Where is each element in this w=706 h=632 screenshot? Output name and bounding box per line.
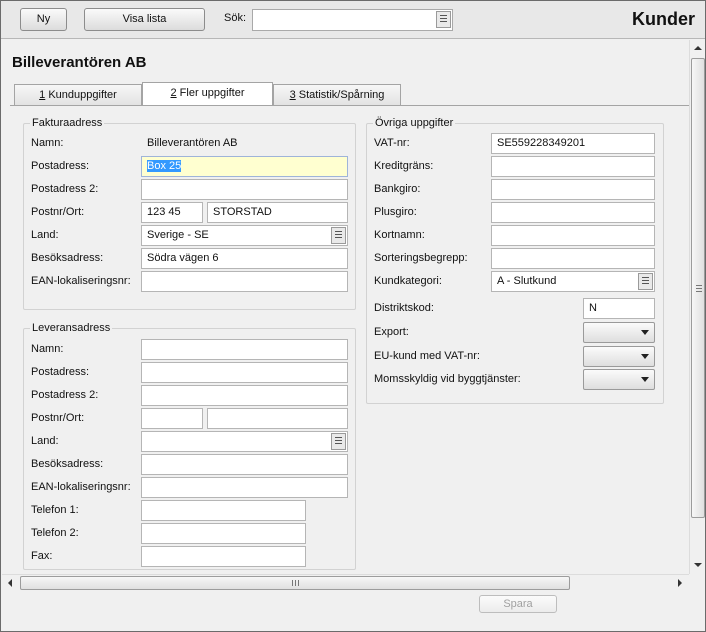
dropdown-arrow-icon [641,377,649,382]
delivery-address-group: Leveransadress Namn: Postadress: Postadr… [23,322,356,570]
eu-kund-dropdown[interactable] [583,346,655,367]
delivery-address-title: Leveransadress [30,322,113,334]
distriktskod-field[interactable]: N [583,298,655,319]
delivery-besok-field[interactable] [141,454,348,475]
kundkategori-field[interactable]: A - Slutkund [491,271,655,292]
delivery-ort-field[interactable] [207,408,348,429]
scroll-left-arrow-icon[interactable] [8,579,12,587]
fax-label: Fax: [31,550,53,562]
delivery-besok-label: Besöksadress: [31,458,104,470]
momsskyldig-dropdown[interactable] [583,369,655,390]
sortering-label: Sorteringsbegrepp: [374,252,468,264]
scroll-down-arrow-icon[interactable] [694,563,702,567]
customer-window: Ny Visa lista Sök: Kunder Billeverantöre… [0,0,706,632]
search-label: Sök: [224,12,247,24]
delivery-postadress-label: Postadress: [31,366,90,378]
invoice-name-field: Billeverantören AB [141,133,348,154]
vertical-scroll-thumb[interactable] [691,58,705,518]
tab-fler-uppgifter[interactable]: 2 Fler uppgifter [142,82,273,106]
export-label: Export: [374,326,409,338]
invoice-besok-label: Besöksadress: [31,252,104,264]
invoice-ort-field[interactable]: STORSTAD [207,202,348,223]
kortnamn-field[interactable] [491,225,655,246]
toolbar: Ny Visa lista Sök: Kunder [1,1,705,39]
sortering-field[interactable] [491,248,655,269]
dropdown-arrow-icon [641,330,649,335]
invoice-land-field[interactable]: Sverige - SE [141,225,348,246]
eu-kund-label: EU-kund med VAT-nr: [374,350,480,362]
tab-panel: Fakturaadress Namn: Billeverantören AB P… [10,106,689,574]
search-input[interactable] [252,9,453,31]
invoice-name-label: Namn: [31,137,64,149]
page-title: Kunder [632,9,695,29]
momsskyldig-label: Momsskyldig vid byggtjänster: [374,373,521,385]
invoice-address-group: Fakturaadress Namn: Billeverantören AB P… [23,117,356,310]
invoice-postadress-label: Postadress: [31,160,90,172]
phone1-field[interactable] [141,500,306,521]
invoice-ean-label: EAN-lokaliseringsnr: [31,275,131,287]
phone2-label: Telefon 2: [31,527,79,539]
vat-field[interactable]: SE559228349201 [491,133,655,154]
bankgiro-field[interactable] [491,179,655,200]
vat-label: VAT-nr: [374,137,410,149]
distriktskod-label: Distriktskod: [374,302,434,314]
delivery-land-list-icon[interactable] [331,433,346,450]
bankgiro-label: Bankgiro: [374,183,421,195]
land-list-icon[interactable] [331,227,346,244]
tab-kunduppgifter[interactable]: 1 Kunduppgifter [14,84,142,105]
save-button[interactable]: Spara [479,595,557,613]
invoice-besok-field[interactable]: Södra vägen 6 [141,248,348,269]
grip-icon [292,580,299,586]
plusgiro-field[interactable] [491,202,655,223]
dropdown-arrow-icon [641,354,649,359]
other-info-group: Övriga uppgifter VAT-nr: SE559228349201 … [366,117,664,404]
show-list-button[interactable]: Visa lista [84,8,205,31]
delivery-ean-label: EAN-lokaliseringsnr: [31,481,131,493]
customer-name-heading: Billeverantören AB [12,54,147,71]
invoice-postadress-field[interactable]: Box 25 [141,156,348,177]
search-list-icon[interactable] [436,11,451,28]
grip-icon [696,285,702,292]
invoice-postnr-label: Postnr/Ort: [31,206,85,218]
delivery-postadress2-label: Postadress 2: [31,389,99,401]
scroll-corner [689,574,705,590]
invoice-land-label: Land: [31,229,59,241]
invoice-postadress2-label: Postadress 2: [31,183,99,195]
plusgiro-label: Plusgiro: [374,206,417,218]
fax-field[interactable] [141,546,306,567]
new-button[interactable]: Ny [20,8,67,31]
other-info-title: Övriga uppgifter [373,117,456,129]
kundkategori-list-icon[interactable] [638,273,653,290]
export-dropdown[interactable] [583,322,655,343]
tab-statistik-sparning[interactable]: 3 Statistik/Spårning [273,84,401,105]
phone2-field[interactable] [141,523,306,544]
delivery-land-field[interactable] [141,431,348,452]
delivery-land-label: Land: [31,435,59,447]
kreditgrans-label: Kreditgräns: [374,160,434,172]
delivery-postadress-field[interactable] [141,362,348,383]
delivery-name-field[interactable] [141,339,348,360]
footer: Spara [2,590,705,631]
scroll-up-arrow-icon[interactable] [694,46,702,50]
delivery-postnr-field[interactable] [141,408,203,429]
invoice-postadress2-field[interactable] [141,179,348,200]
invoice-ean-field[interactable] [141,271,348,292]
kundkategori-label: Kundkategori: [374,275,442,287]
horizontal-scroll-thumb[interactable] [20,576,570,590]
delivery-name-label: Namn: [31,343,64,355]
phone1-label: Telefon 1: [31,504,79,516]
invoice-postnr-field[interactable]: 123 45 [141,202,203,223]
horizontal-scrollbar[interactable] [2,574,689,590]
kortnamn-label: Kortnamn: [374,229,425,241]
scroll-right-arrow-icon[interactable] [678,579,682,587]
invoice-address-title: Fakturaadress [30,117,105,129]
delivery-postadress2-field[interactable] [141,385,348,406]
delivery-ean-field[interactable] [141,477,348,498]
vertical-scrollbar[interactable] [689,40,705,574]
kreditgrans-field[interactable] [491,156,655,177]
delivery-postnr-label: Postnr/Ort: [31,412,85,424]
content-area: Billeverantören AB 1 Kunduppgifter 2 Fle… [2,40,689,574]
